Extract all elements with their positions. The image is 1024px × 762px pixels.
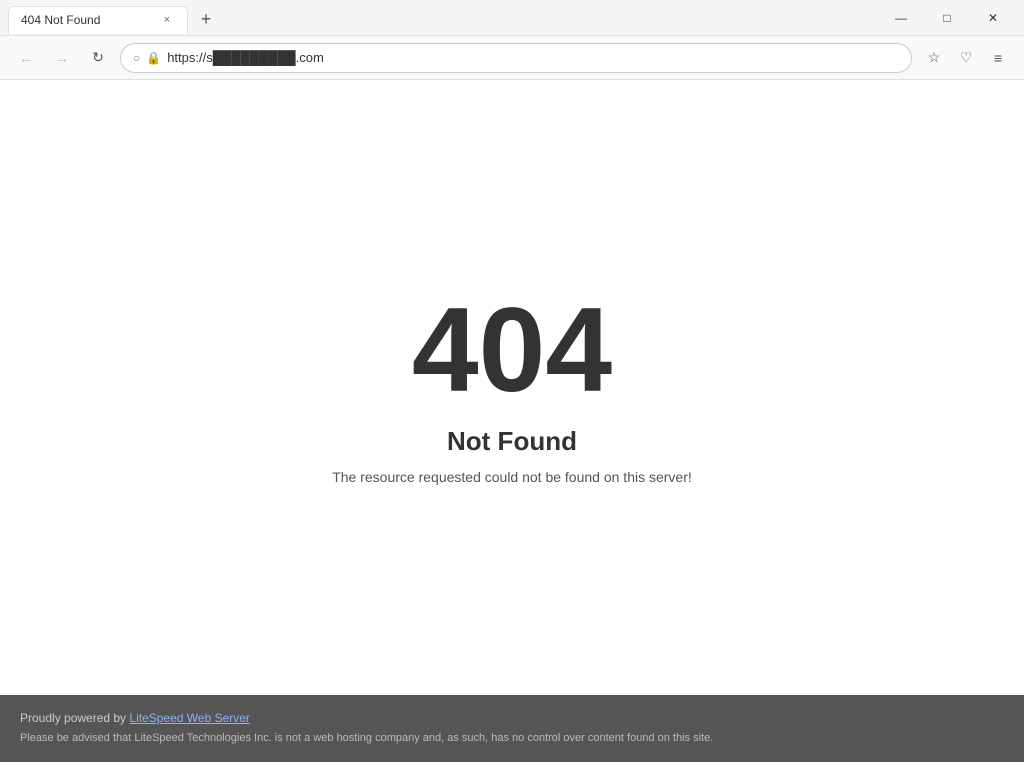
bookmark-button[interactable]: ☆ [920, 44, 948, 72]
litespeed-link[interactable]: LiteSpeed Web Server [129, 711, 250, 725]
menu-button[interactable]: ≡ [984, 44, 1012, 72]
address-bar[interactable]: ○ 🔒 https://s█████████.com [120, 43, 912, 73]
shield-icon: ○ [133, 51, 140, 65]
footer-line1: Proudly powered by LiteSpeed Web Server [20, 709, 1004, 728]
refresh-icon: ↻ [92, 49, 104, 66]
window-controls: — □ ✕ [878, 0, 1016, 36]
error-code: 404 [412, 290, 612, 410]
browser-window: 404 Not Found × + — □ ✕ ← → ↻ ○ 🔒 https:… [0, 0, 1024, 762]
back-button[interactable]: ← [12, 44, 40, 72]
nav-bar: ← → ↻ ○ 🔒 https://s█████████.com ☆ ♡ ≡ [0, 36, 1024, 80]
back-icon: ← [19, 50, 33, 66]
footer-line2: Please be advised that LiteSpeed Technol… [20, 730, 1004, 748]
save-icon: ♡ [960, 49, 973, 66]
tab-close-button[interactable]: × [159, 12, 175, 28]
page-footer: Proudly powered by LiteSpeed Web Server … [0, 695, 1024, 762]
footer-prefix: Proudly powered by [20, 711, 129, 725]
minimize-button[interactable]: — [878, 0, 924, 36]
menu-icon: ≡ [994, 50, 1002, 66]
title-bar: 404 Not Found × + — □ ✕ [0, 0, 1024, 36]
maximize-button[interactable]: □ [924, 0, 970, 36]
tab-title: 404 Not Found [21, 13, 151, 27]
forward-button[interactable]: → [48, 44, 76, 72]
bookmark-icon: ☆ [928, 49, 941, 66]
lock-icon: 🔒 [146, 51, 161, 65]
forward-icon: → [55, 50, 69, 66]
nav-actions: ☆ ♡ ≡ [920, 44, 1012, 72]
url-text: https://s█████████.com [167, 50, 899, 65]
refresh-button[interactable]: ↻ [84, 44, 112, 72]
active-tab[interactable]: 404 Not Found × [8, 6, 188, 34]
error-title: Not Found [447, 426, 577, 457]
close-button[interactable]: ✕ [970, 0, 1016, 36]
new-tab-button[interactable]: + [192, 6, 220, 34]
page-content: 404 Not Found The resource requested cou… [0, 80, 1024, 762]
save-button[interactable]: ♡ [952, 44, 980, 72]
error-description: The resource requested could not be foun… [332, 469, 692, 485]
error-area: 404 Not Found The resource requested cou… [0, 80, 1024, 695]
tab-bar: 404 Not Found × + [8, 2, 878, 34]
